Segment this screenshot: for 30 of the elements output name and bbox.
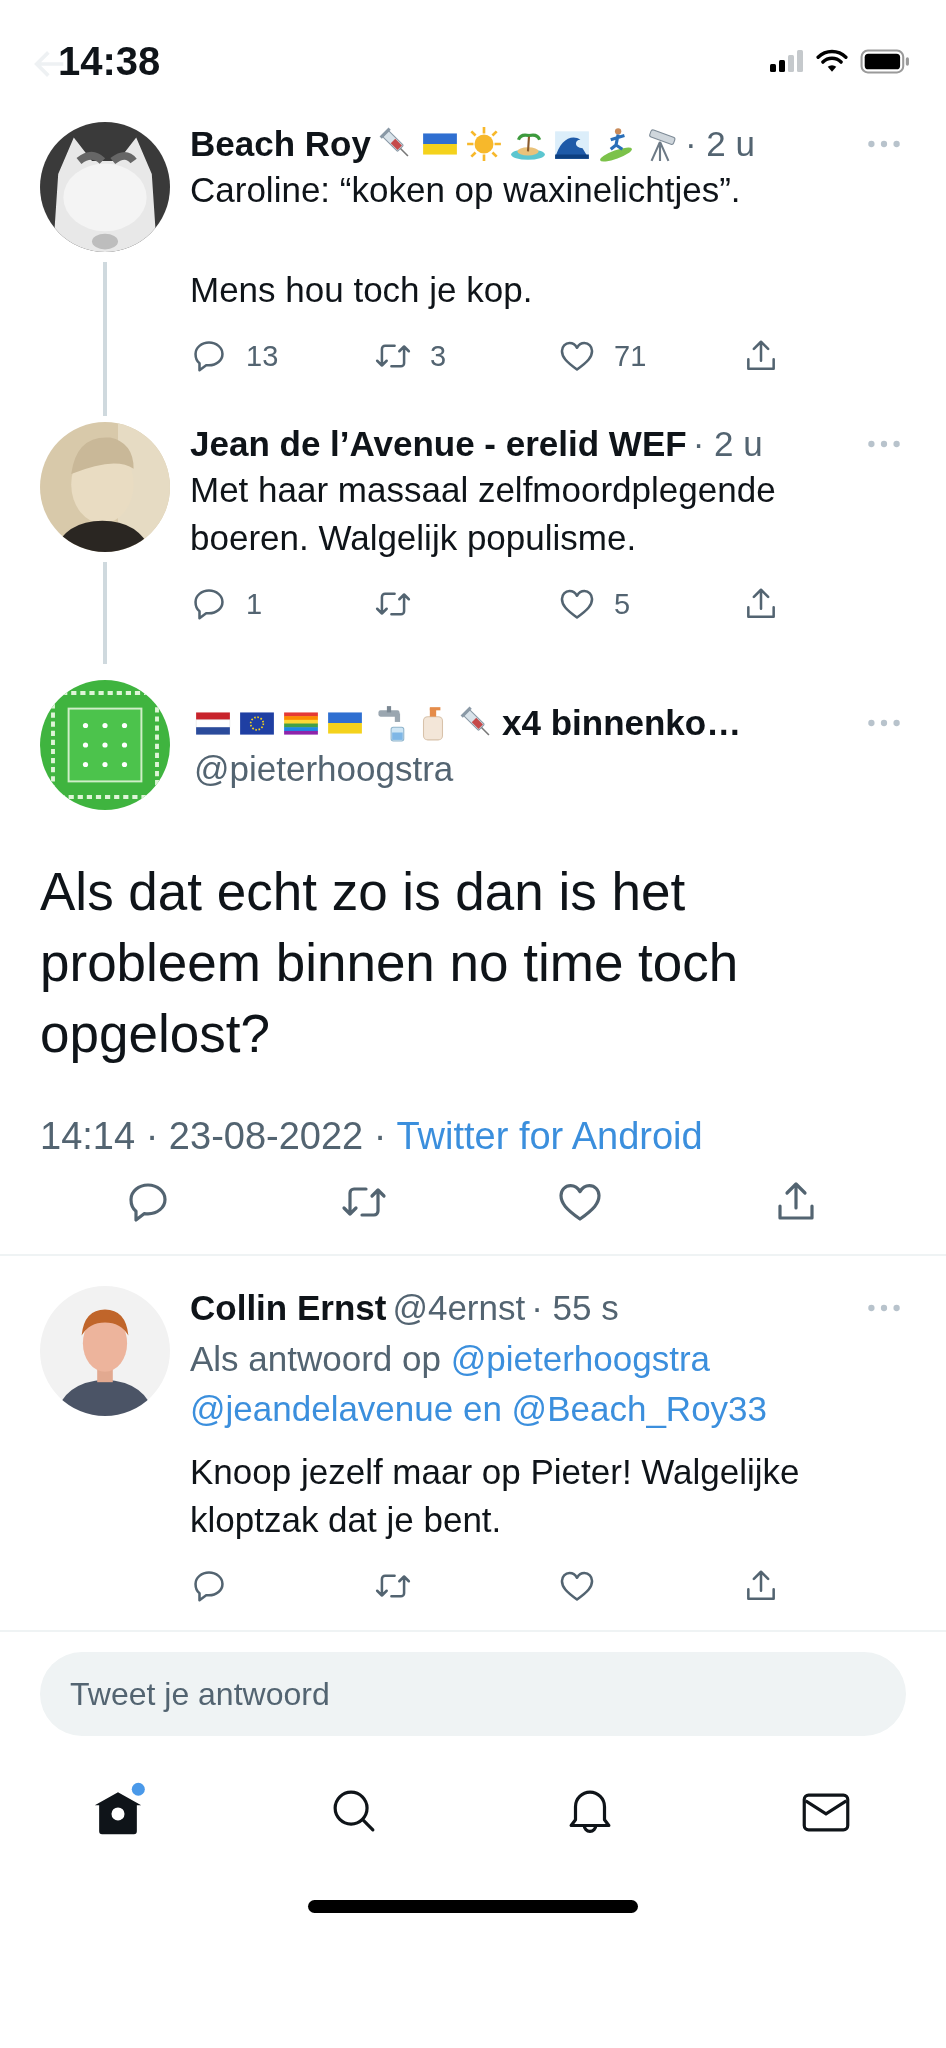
- reply-context: Als antwoord op @pieterhoogstra @jeandelavenue en @Beach_Roy33: [190, 1338, 769, 1430]
- wifi-icon: [816, 49, 848, 73]
- reply-count: 13: [246, 339, 279, 373]
- signal-icon: [770, 50, 804, 72]
- author-name[interactable]: Collin Ernst: [190, 1288, 387, 1328]
- source-link[interactable]: Twitter for Android: [396, 1115, 703, 1158]
- tweet-time: · 2 u: [692, 424, 763, 464]
- retweet-count: 3: [430, 339, 447, 373]
- status-time: 14:38: [58, 38, 161, 84]
- mention-link[interactable]: @pieterhoogstra: [450, 1339, 710, 1378]
- author-name[interactable]: Beach Roy: [190, 124, 371, 164]
- tweet-text: Knoop jezelf maar op Pieter! Walgelijke kloptzak dat je bent.: [190, 1451, 801, 1541]
- mention-link[interactable]: @jeandelavenue en @Beach_Roy33: [190, 1389, 768, 1428]
- tweet-text: Als dat echt zo is dan is het probleem binnen no time toch opgelost?: [40, 861, 740, 1065]
- author-name[interactable]: Jean de l’Avenue - erelid WEF: [190, 424, 687, 464]
- reply-field[interactable]: Tweet je antwoord: [40, 1652, 906, 1736]
- tweet-text: Met haar massaal zelfmoordplegende boeren. Walgelijk populisme.: [190, 469, 777, 559]
- like-count: 71: [614, 339, 647, 373]
- tweet-timestamp: 14:14 · 23-08-2022 ·: [40, 1115, 387, 1158]
- tweet-time: · 2 u: [684, 124, 755, 164]
- like-count: 5: [614, 587, 631, 621]
- tweet-text: Caroline: “koken op waxinelichtjes”.: [190, 169, 742, 211]
- battery-icon: [860, 48, 910, 74]
- tweet-text: Mens hou toch je kop.: [190, 269, 534, 311]
- sun-icon: [464, 125, 503, 163]
- reply-count: 1: [246, 587, 263, 621]
- tweet-time: · 55 s: [531, 1288, 619, 1328]
- author-handle[interactable]: @pieterhoogstra: [194, 749, 902, 789]
- author-handle[interactable]: @4ernst: [392, 1288, 526, 1328]
- author-name[interactable]: x4 binnenko…: [502, 703, 742, 743]
